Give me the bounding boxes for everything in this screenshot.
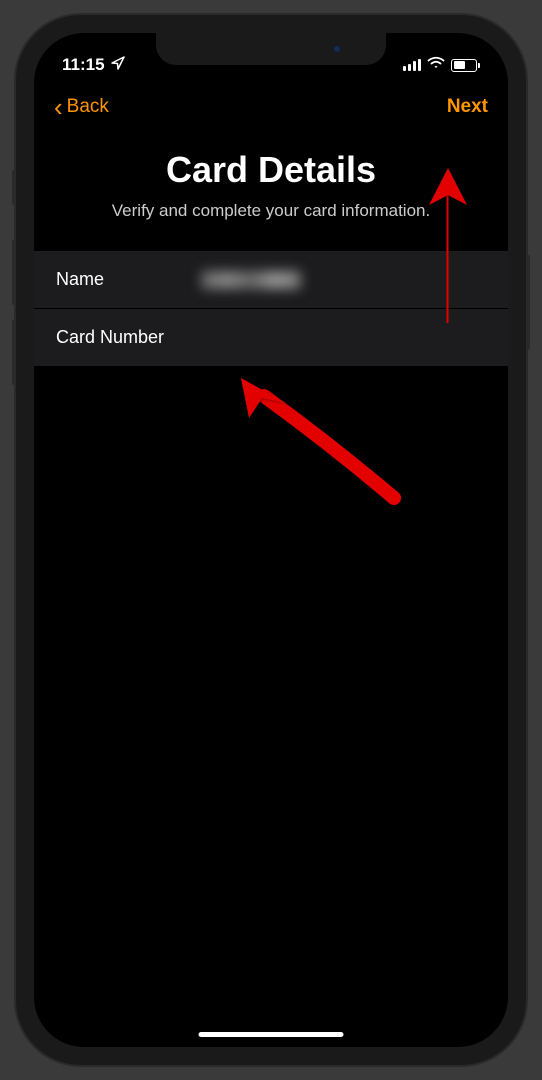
annotation-arrow-card-number — [229, 368, 404, 508]
cellular-signal-icon — [403, 59, 421, 71]
name-label: Name — [56, 269, 201, 290]
power-button — [526, 255, 530, 350]
status-bar-left: 11:15 — [62, 55, 125, 75]
card-number-row[interactable]: Card Number — [34, 309, 508, 366]
page-title: Card Details — [34, 149, 508, 191]
home-indicator[interactable] — [199, 1032, 344, 1037]
form-section: Name Card Number — [34, 251, 508, 366]
chevron-left-icon: ‹ — [54, 94, 63, 120]
phone-frame: 11:15 — [16, 15, 526, 1065]
volume-up-button — [12, 240, 16, 305]
wifi-icon — [427, 56, 445, 74]
status-bar-right — [403, 56, 480, 74]
navigation-bar: ‹ Back Next — [34, 83, 508, 131]
back-button-label: Back — [67, 96, 109, 118]
next-button[interactable]: Next — [447, 96, 488, 118]
back-button[interactable]: ‹ Back — [54, 94, 109, 120]
volume-down-button — [12, 320, 16, 385]
card-number-input[interactable] — [201, 327, 486, 348]
status-time: 11:15 — [62, 55, 105, 75]
screen: 11:15 — [34, 33, 508, 1047]
page-subtitle: Verify and complete your card informatio… — [34, 201, 508, 221]
name-value-redacted — [201, 271, 301, 289]
name-row[interactable]: Name — [34, 251, 508, 309]
card-number-label: Card Number — [56, 327, 201, 348]
notch — [156, 33, 386, 65]
battery-icon — [451, 59, 480, 72]
mute-switch — [12, 170, 16, 205]
location-icon — [111, 55, 125, 75]
front-camera — [333, 45, 341, 53]
